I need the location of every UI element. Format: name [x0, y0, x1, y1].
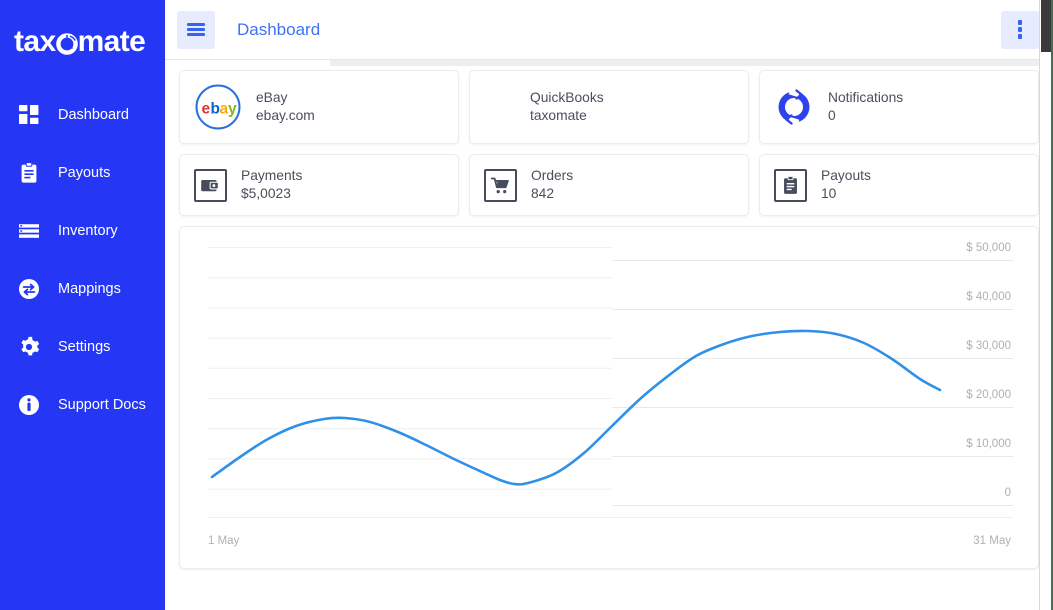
- brand-o-mark-icon: [56, 29, 78, 55]
- sidebar-item-label: Payouts: [58, 165, 110, 181]
- svg-text:y: y: [228, 101, 237, 118]
- more-options-button[interactable]: [1001, 11, 1039, 49]
- integration-cards-row: e b a y eBay ebay.com QuickBooks t: [179, 70, 1039, 144]
- info-icon: [16, 392, 42, 418]
- card-value: $5,0023: [241, 185, 302, 203]
- card-value: 842: [531, 185, 573, 203]
- y-axis-tick-label: $ 10,000: [966, 438, 1011, 450]
- sync-circle-icon: [774, 87, 814, 127]
- sales-chart-card: $ 50,000 $ 40,000 $ 30,000 $ 20,000 $ 10,000…: [179, 226, 1039, 569]
- card-text: Notifications 0: [828, 89, 903, 125]
- y-axis-tick-label: $ 30,000: [966, 340, 1011, 352]
- card-text: QuickBooks taxomate: [530, 89, 604, 125]
- line-chart[interactable]: [180, 227, 1035, 569]
- card-title: Payments: [241, 167, 302, 185]
- sidebar-item-payouts[interactable]: Payouts: [0, 144, 165, 202]
- card-payouts[interactable]: Payouts 10: [759, 154, 1039, 216]
- card-title: Orders: [531, 167, 573, 185]
- gear-icon: [16, 334, 42, 360]
- card-title: Notifications: [828, 89, 903, 107]
- grid-icon: [16, 102, 42, 128]
- brand-name-part1: tax: [14, 25, 56, 59]
- sidebar-item-support-docs[interactable]: Support Docs: [0, 376, 165, 434]
- list-icon: [16, 218, 42, 244]
- brand-logo[interactable]: tax mate: [0, 0, 165, 62]
- card-quickbooks[interactable]: QuickBooks taxomate: [469, 70, 749, 144]
- x-axis-label-start: 1 May: [208, 535, 239, 547]
- sidebar-item-inventory[interactable]: Inventory: [0, 202, 165, 260]
- card-value: ebay.com: [256, 107, 315, 125]
- sidebar-item-label: Inventory: [58, 223, 118, 239]
- y-axis-tick-label: 0: [1005, 487, 1011, 499]
- vertical-scrollbar[interactable]: [1039, 0, 1053, 610]
- card-value: 0: [828, 107, 903, 125]
- app-root: tax mate Dashboard: [0, 0, 1053, 610]
- ebay-logo-icon: e b a y: [194, 83, 242, 131]
- more-vertical-icon-dot: [1018, 20, 1023, 25]
- card-title: QuickBooks: [530, 89, 604, 107]
- hamburger-icon-line: [187, 33, 205, 35]
- sidebar-item-label: Dashboard: [58, 107, 129, 123]
- sidebar-item-label: Settings: [58, 339, 110, 355]
- wallet-icon-frame: [194, 169, 227, 202]
- cart-icon-frame: [484, 169, 517, 202]
- card-value: 10: [821, 185, 871, 203]
- clipboard-dark-icon-frame: [774, 169, 807, 202]
- card-ebay[interactable]: e b a y eBay ebay.com: [179, 70, 459, 144]
- sidebar: tax mate Dashboard: [0, 0, 165, 610]
- card-text: eBay ebay.com: [256, 89, 315, 125]
- clipboard-dark-icon: [774, 169, 807, 202]
- svg-text:e: e: [202, 101, 211, 118]
- card-notifications[interactable]: Notifications 0: [759, 70, 1039, 144]
- card-text: Payments $5,0023: [241, 167, 302, 203]
- chart-wrapper: $ 50,000 $ 40,000 $ 30,000 $ 20,000 $ 10,000…: [180, 227, 1038, 568]
- y-axis-tick-label: $ 20,000: [966, 389, 1011, 401]
- card-text: Payouts 10: [821, 167, 871, 203]
- sidebar-item-dashboard[interactable]: Dashboard: [0, 86, 165, 144]
- dashboard-content: e b a y eBay ebay.com QuickBooks t: [165, 60, 1053, 569]
- main-area: Dashboard e b a y: [165, 0, 1053, 610]
- page-title: Dashboard: [237, 20, 320, 40]
- hamburger-menu-button[interactable]: [177, 11, 215, 49]
- y-axis-tick-label: $ 40,000: [966, 291, 1011, 303]
- card-title: eBay: [256, 89, 315, 107]
- more-vertical-icon-dot: [1018, 27, 1023, 32]
- card-payments[interactable]: Payments $5,0023: [179, 154, 459, 216]
- stats-cards-row: Payments $5,0023: [179, 154, 1039, 216]
- sidebar-item-label: Support Docs: [58, 397, 146, 413]
- wallet-icon: [194, 169, 227, 202]
- card-text: Orders 842: [531, 167, 573, 203]
- card-orders[interactable]: Orders 842: [469, 154, 749, 216]
- card-title: Payouts: [821, 167, 871, 185]
- y-axis-tick-label: $ 50,000: [966, 242, 1011, 254]
- clipboard-icon: [16, 160, 42, 186]
- arrows-exchange-icon: [16, 276, 42, 302]
- sidebar-item-settings[interactable]: Settings: [0, 318, 165, 376]
- top-bar: Dashboard: [165, 0, 1053, 60]
- more-vertical-icon-dot: [1018, 34, 1023, 39]
- hamburger-icon-line: [187, 28, 205, 30]
- x-axis-label-end: 31 May: [973, 535, 1011, 547]
- hamburger-icon-line: [187, 23, 205, 25]
- sidebar-nav: Dashboard Payouts: [0, 86, 165, 434]
- card-value: taxomate: [530, 107, 604, 125]
- sidebar-item-mappings[interactable]: Mappings: [0, 260, 165, 318]
- cart-icon: [484, 169, 517, 202]
- brand-name-part2: mate: [78, 25, 146, 59]
- sidebar-item-label: Mappings: [58, 281, 121, 297]
